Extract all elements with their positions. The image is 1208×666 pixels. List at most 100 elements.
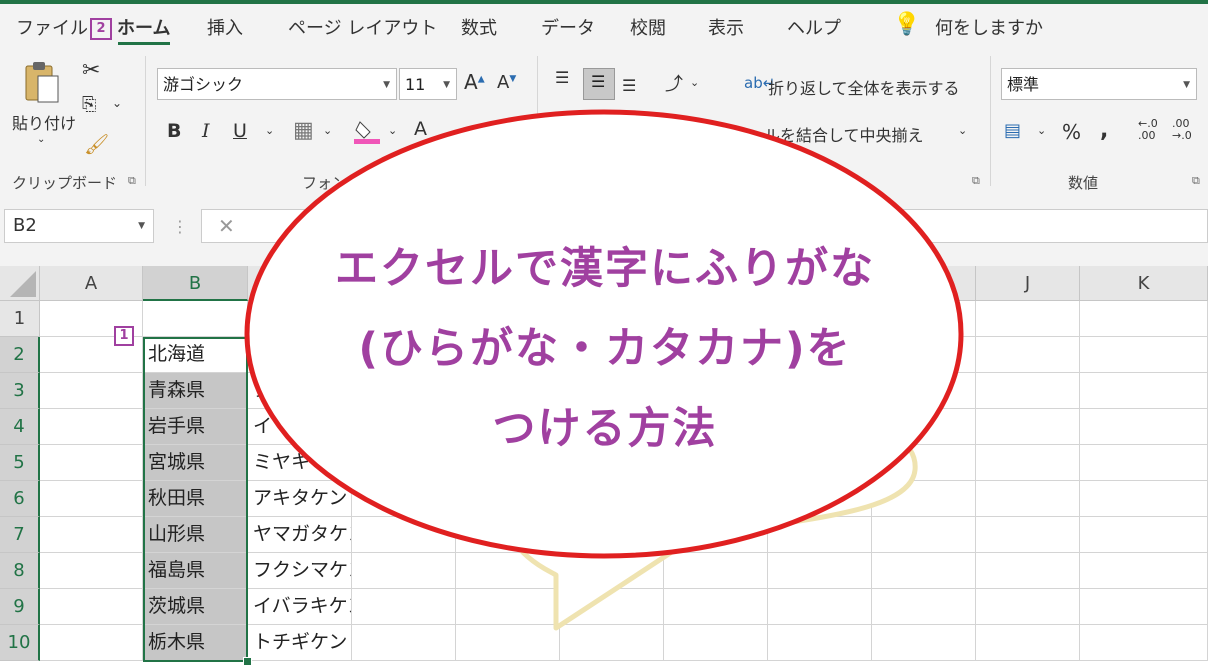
tab-home[interactable]: 2 ホーム (90, 14, 170, 40)
table-cell[interactable] (872, 517, 976, 553)
table-cell[interactable] (456, 481, 560, 517)
table-cell[interactable]: イバラキケン (248, 589, 352, 625)
table-cell[interactable] (768, 625, 872, 661)
paste-label[interactable]: 貼り付け (12, 110, 76, 134)
table-cell[interactable] (40, 445, 143, 481)
more-options-icon[interactable]: ⋮ (172, 217, 188, 236)
row-header[interactable]: 7 (0, 517, 40, 553)
table-cell[interactable] (352, 553, 456, 589)
tab-insert[interactable]: 挿入 (207, 14, 243, 40)
font-size-select[interactable]: 11 ▼ (399, 68, 457, 100)
table-cell[interactable] (40, 625, 143, 661)
table-cell[interactable] (40, 553, 143, 589)
table-cell[interactable] (40, 517, 143, 553)
table-cell[interactable] (976, 553, 1080, 589)
copy-icon[interactable]: ⎘ (82, 94, 96, 115)
row-header[interactable]: 10 (0, 625, 40, 661)
row-header[interactable]: 9 (0, 589, 40, 625)
accounting-format-icon[interactable]: ▤ (1004, 120, 1021, 141)
paste-button[interactable] (22, 60, 62, 106)
tab-formulas[interactable]: 数式 (461, 14, 497, 40)
table-cell[interactable] (976, 337, 1080, 373)
table-cell[interactable] (143, 301, 248, 337)
table-cell[interactable]: ヤマガタケン (248, 517, 352, 553)
tab-review[interactable]: 校閲 (630, 14, 666, 40)
table-cell[interactable] (1080, 481, 1208, 517)
table-cell[interactable] (768, 481, 872, 517)
table-cell[interactable] (872, 481, 976, 517)
table-cell[interactable] (664, 589, 768, 625)
select-all-corner[interactable] (0, 266, 40, 301)
name-box[interactable]: B2 ▼ (4, 209, 154, 243)
table-cell[interactable] (40, 481, 143, 517)
row-header[interactable]: 1 (0, 301, 40, 337)
paste-dropdown-icon[interactable]: ⌄ (37, 134, 45, 145)
table-cell[interactable]: フクシマケン (248, 553, 352, 589)
comma-style-button[interactable]: , (1100, 118, 1108, 143)
row-header[interactable]: 2 (0, 337, 40, 373)
table-cell[interactable] (1080, 589, 1208, 625)
shrink-font-icon[interactable]: A▼ (497, 72, 516, 93)
tell-me-search[interactable]: 何をしますか (935, 14, 1043, 40)
table-cell[interactable] (1080, 625, 1208, 661)
table-cell[interactable] (872, 589, 976, 625)
format-painter-icon[interactable]: 🖌 (84, 132, 109, 156)
table-cell[interactable] (456, 589, 560, 625)
merge-center-button[interactable]: ルを結合して中央揃え (764, 122, 924, 146)
table-cell[interactable] (1080, 409, 1208, 445)
row-header[interactable]: 8 (0, 553, 40, 589)
table-cell[interactable] (1080, 553, 1208, 589)
table-cell[interactable] (976, 481, 1080, 517)
column-header[interactable]: A (40, 266, 143, 301)
table-cell[interactable] (352, 481, 456, 517)
fill-color-button[interactable] (354, 118, 380, 144)
table-cell[interactable] (352, 625, 456, 661)
column-header[interactable]: J (976, 266, 1080, 301)
table-cell[interactable] (560, 589, 664, 625)
table-cell[interactable] (872, 553, 976, 589)
tab-data[interactable]: データ (541, 14, 595, 40)
alignment-launcher-icon[interactable]: ⧉ (972, 174, 980, 188)
table-cell[interactable] (352, 589, 456, 625)
borders-icon[interactable]: ▦ (293, 118, 314, 143)
align-middle-button[interactable]: ☰ (583, 68, 615, 100)
bold-icon[interactable]: B (167, 120, 181, 142)
table-cell[interactable] (456, 517, 560, 553)
row-header[interactable]: 5 (0, 445, 40, 481)
number-launcher-icon[interactable]: ⧉ (1192, 174, 1200, 188)
table-cell[interactable] (1080, 337, 1208, 373)
tab-view[interactable]: 表示 (708, 14, 744, 40)
table-cell[interactable] (976, 373, 1080, 409)
table-cell[interactable] (976, 445, 1080, 481)
underline-dropdown-icon[interactable]: ⌄ (265, 124, 274, 137)
table-cell[interactable] (560, 517, 664, 553)
table-cell[interactable] (560, 625, 664, 661)
increase-decimal-icon[interactable]: ←.0.00 (1138, 118, 1158, 142)
number-format-select[interactable]: 標準 ▼ (1001, 68, 1197, 100)
table-cell[interactable] (664, 553, 768, 589)
clipboard-launcher-icon[interactable]: ⧉ (128, 174, 136, 188)
fill-dropdown-icon[interactable]: ⌄ (388, 124, 397, 137)
align-bottom-icon[interactable]: ☰ (622, 76, 636, 95)
row-header[interactable]: 6 (0, 481, 40, 517)
table-cell[interactable] (1080, 445, 1208, 481)
table-cell[interactable] (976, 517, 1080, 553)
row-header[interactable]: 4 (0, 409, 40, 445)
tab-file[interactable]: ファイル (16, 14, 88, 40)
align-top-icon[interactable]: ☰ (555, 68, 569, 87)
table-cell[interactable]: トチギケン (248, 625, 352, 661)
table-cell[interactable] (1080, 517, 1208, 553)
table-cell[interactable] (976, 589, 1080, 625)
italic-icon[interactable]: I (202, 120, 210, 142)
orientation-dropdown-icon[interactable]: ⌄ (690, 76, 699, 89)
table-cell[interactable] (976, 409, 1080, 445)
row-header[interactable]: 3 (0, 373, 40, 409)
table-cell[interactable]: アキタケン (248, 481, 352, 517)
table-cell[interactable] (768, 517, 872, 553)
table-cell[interactable] (456, 625, 560, 661)
orientation-icon[interactable]: ⤴ (665, 70, 683, 96)
table-cell[interactable] (976, 625, 1080, 661)
table-cell[interactable] (352, 517, 456, 553)
copy-dropdown-icon[interactable]: ⌄ (112, 96, 122, 110)
table-cell[interactable] (976, 301, 1080, 337)
